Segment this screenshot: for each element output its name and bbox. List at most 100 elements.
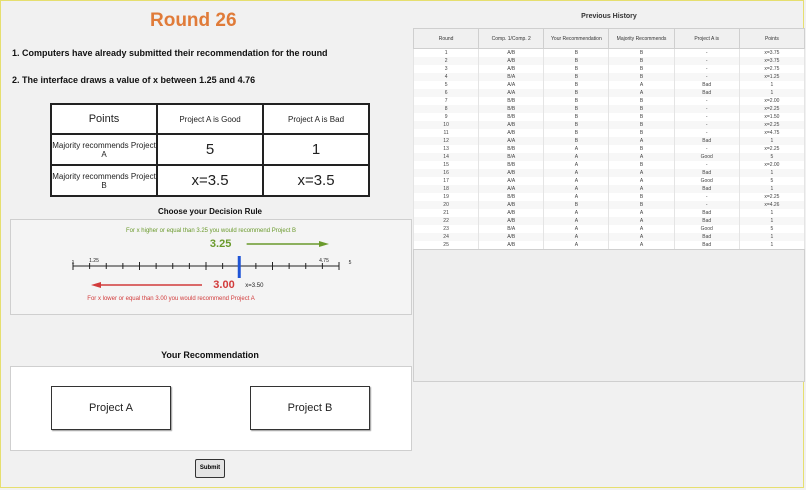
recommendation-heading: Your Recommendation	[161, 350, 259, 360]
recommendation-panel: Project A Project B	[10, 366, 412, 451]
history-col-round: Round	[412, 28, 480, 49]
history-cell: B	[543, 97, 610, 105]
history-cell: -	[673, 73, 740, 81]
history-cell: x=4.26	[738, 201, 806, 209]
history-cell: A/B	[478, 169, 545, 177]
history-cell: x=2.25	[738, 145, 806, 153]
history-cell: -	[673, 113, 740, 121]
history-cell: 5	[738, 177, 806, 185]
history-cell: B	[543, 57, 610, 65]
history-cell: Good	[673, 153, 740, 161]
history-cell: x=3.75	[738, 57, 806, 65]
history-cell: B	[608, 145, 675, 153]
upper-arrowhead	[319, 241, 329, 247]
history-cell: B/B	[478, 145, 545, 153]
history-cell: Bad	[673, 81, 740, 89]
history-cell: 2	[412, 57, 480, 65]
history-row: 16 A/B A A Bad 1	[412, 169, 806, 177]
history-cell: 10	[412, 121, 480, 129]
points-table: Points Project A is Good Project A is Ba…	[50, 103, 370, 197]
history-cell: B	[543, 137, 610, 145]
x-value-marker	[237, 256, 241, 278]
history-cell: A	[608, 225, 675, 233]
history-cell: -	[673, 145, 740, 153]
history-cell: B	[608, 201, 675, 209]
history-cell: x=2.00	[738, 161, 806, 169]
history-row: 12 A/A B A Bad 1	[412, 137, 806, 145]
history-row: 10 A/B B B - x=2.25	[412, 121, 806, 129]
history-cell: A/B	[478, 121, 545, 129]
history-cell: 5	[738, 225, 806, 233]
bad-header: Project A is Bad	[262, 103, 370, 135]
history-cell: A	[608, 185, 675, 193]
history-cell: A	[543, 241, 610, 249]
history-cell: 1	[738, 209, 806, 217]
history-cell: 15	[412, 161, 480, 169]
upper-value-label: 3.25	[210, 238, 231, 250]
history-cell: 22	[412, 217, 480, 225]
history-cell: B	[608, 161, 675, 169]
history-cell: 1	[412, 48, 480, 57]
history-cell: B	[543, 81, 610, 89]
history-cell: 1	[738, 185, 806, 193]
history-cell: 24	[412, 233, 480, 241]
history-cell: A/B	[478, 129, 545, 137]
history-cell: -	[673, 65, 740, 73]
history-row: 14 B/A A A Good 5	[412, 153, 806, 161]
history-row: 23 B/A A A Good 5	[412, 225, 806, 233]
history-cell: 8	[412, 105, 480, 113]
project-b-button[interactable]: Project B	[250, 386, 370, 430]
history-cell: B	[608, 48, 675, 57]
history-cell: 9	[412, 113, 480, 121]
decision-rule-panel[interactable]: For x higher or equal than 3.25 you woul…	[10, 219, 412, 315]
history-cell: x=3.75	[738, 48, 806, 57]
history-cell: 18	[412, 185, 480, 193]
history-cell: A	[543, 193, 610, 201]
history-cell: B/A	[478, 153, 545, 161]
history-cell: -	[673, 161, 740, 169]
history-cell: x=2.75	[738, 65, 806, 73]
history-cell: B	[543, 48, 610, 57]
history-cell: A/B	[478, 65, 545, 73]
history-cell: B/A	[478, 225, 545, 233]
submit-button[interactable]: Submit	[195, 459, 225, 478]
history-row: 25 A/B A A Bad 1	[412, 241, 806, 249]
history-cell: 21	[412, 209, 480, 217]
history-cell: 12	[412, 137, 480, 145]
history-row: 9 B/B B B - x=1.50	[412, 113, 806, 121]
history-cell: -	[673, 105, 740, 113]
history-cell: -	[673, 129, 740, 137]
history-cell: A	[608, 241, 675, 249]
history-cell: A	[608, 209, 675, 217]
project-a-button[interactable]: Project A	[51, 386, 171, 430]
history-cell: A/B	[478, 241, 545, 249]
history-cell: B	[543, 89, 610, 97]
cell-b-bad: x=3.5	[262, 164, 370, 197]
history-cell: Bad	[673, 217, 740, 225]
history-col-project-a: Project A is	[673, 28, 740, 49]
history-cell: A	[543, 161, 610, 169]
history-cell: 3	[412, 65, 480, 73]
history-cell: 23	[412, 225, 480, 233]
history-cell: Good	[673, 177, 740, 185]
history-col-computers: Comp. 1/Comp. 2	[478, 28, 545, 49]
history-col-majority: Majority Recommends	[608, 28, 675, 49]
history-cell: B	[608, 105, 675, 113]
decision-rule-slider[interactable]: For x higher or equal than 3.25 you woul…	[11, 220, 411, 314]
history-cell: B	[543, 73, 610, 81]
history-cell: Bad	[673, 185, 740, 193]
history-row: 15 B/B A B - x=2.00	[412, 161, 806, 169]
history-cell: 6	[412, 89, 480, 97]
history-cell: A	[608, 137, 675, 145]
history-cell: 1	[738, 169, 806, 177]
history-cell: Bad	[673, 137, 740, 145]
history-table: Round Comp. 1/Comp. 2 Your Recommendatio…	[412, 28, 806, 249]
history-cell: 1	[738, 233, 806, 241]
history-cell: A	[543, 233, 610, 241]
history-cell: 16	[412, 169, 480, 177]
history-cell: A	[543, 145, 610, 153]
history-cell: B	[608, 193, 675, 201]
history-cell: B	[608, 113, 675, 121]
history-cell: A/B	[478, 217, 545, 225]
history-cell: A	[543, 217, 610, 225]
